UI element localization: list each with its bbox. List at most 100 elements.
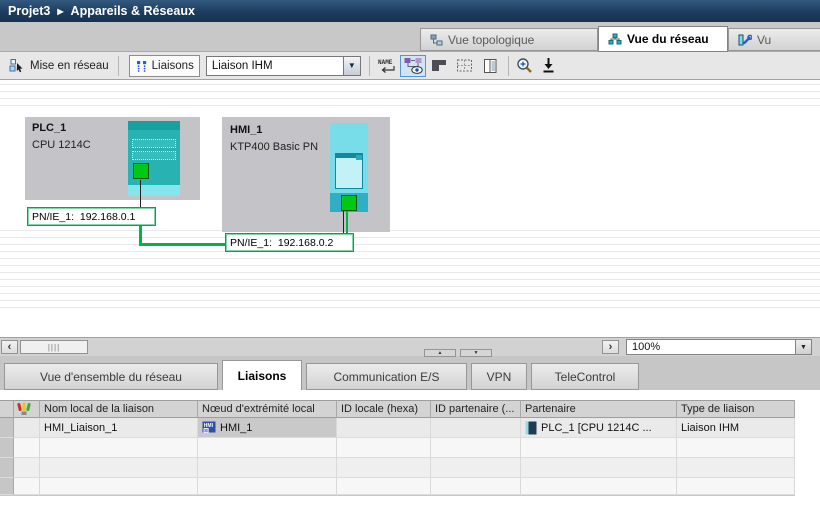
connections-toggle-label: Liaisons — [152, 60, 194, 72]
tab-label: Vue du réseau — [627, 32, 709, 46]
hmi-device-image[interactable] — [330, 123, 368, 193]
column-header[interactable]: ID partenaire (... — [431, 400, 521, 418]
canvas-ruled-lines — [0, 84, 820, 111]
connect-mode-button[interactable]: Mise en réseau — [4, 55, 114, 77]
empty-cell — [337, 478, 431, 495]
connect-devices-icon — [9, 58, 26, 74]
scroll-right-icon: › — [609, 342, 613, 353]
connections-panel: Nom local de la liaison Nœud d'extrémité… — [0, 390, 820, 510]
column-header[interactable]: Nom local de la liaison — [40, 400, 198, 418]
tab-liaisons[interactable]: Liaisons — [222, 360, 302, 390]
column-header[interactable]: Nœud d'extrémité local — [198, 400, 337, 418]
header-gutter — [0, 400, 14, 418]
tab-vue-densemble-du-reseau[interactable]: Vue d'ensemble du réseau — [4, 363, 218, 390]
empty-cell — [198, 458, 337, 478]
cell-local-endpoint[interactable]: HMI HMI_1 — [198, 418, 337, 438]
tab-vue-des-appareils[interactable]: Vu — [728, 28, 820, 51]
scroll-left-button[interactable]: ‹ — [1, 340, 18, 354]
plc-device-icon — [525, 421, 537, 435]
tab-label: Liaisons — [238, 369, 287, 383]
table-mode-button[interactable] — [426, 55, 452, 77]
toolbar-separator — [369, 56, 370, 76]
cell-connection-type[interactable]: Liaison IHM — [677, 418, 795, 438]
splitter-collapse-down-button[interactable]: ▼ — [460, 349, 492, 357]
connections-toggle-button[interactable]: Liaisons — [129, 55, 200, 77]
column-header[interactable]: Type de liaison — [677, 400, 795, 418]
hmi-port-stub-line — [343, 211, 344, 233]
empty-cell — [40, 478, 198, 495]
empty-cell — [40, 458, 198, 478]
splitter-collapse-up-button[interactable]: ▲ — [424, 349, 456, 357]
breadcrumb-arrow-icon: ▶ — [57, 7, 63, 16]
network-canvas[interactable]: PLC_1 CPU 1214C HMI_1 KTP400 Basic PN — [0, 80, 820, 337]
page-columns-button[interactable] — [478, 55, 504, 77]
empty-cell — [40, 438, 198, 458]
tab-label: VPN — [487, 370, 512, 384]
header-connections-filter[interactable] — [14, 400, 40, 418]
empty-cell — [198, 478, 337, 495]
tab-label: Vue d'ensemble du réseau — [40, 370, 182, 384]
device-view-icon — [738, 33, 752, 47]
table-row-empty[interactable] — [0, 478, 795, 495]
relabel-name-button[interactable]: NAME — [374, 55, 400, 77]
tab-label: Vue topologique — [448, 33, 534, 47]
fit-to-view-icon[interactable] — [539, 55, 559, 77]
device-plc1[interactable]: PLC_1 CPU 1214C — [25, 117, 200, 200]
empty-cell — [431, 458, 521, 478]
plc-top-strip — [128, 121, 180, 130]
chevron-down-icon[interactable]: ▼ — [795, 340, 811, 354]
device-name: HMI_1 — [230, 124, 262, 136]
hmi-address-label[interactable]: PN/IE_1: 192.168.0.2 — [225, 233, 354, 252]
plc-address-label[interactable]: PN/IE_1: 192.168.0.1 — [27, 207, 156, 226]
network-icon — [608, 33, 622, 45]
connections-table: Nom local de la liaison Nœud d'extrémité… — [0, 400, 795, 496]
device-hmi1[interactable]: HMI_1 KTP400 Basic PN — [222, 117, 390, 232]
zoom-level-dropdown[interactable]: 100% ▼ — [626, 339, 812, 355]
column-header[interactable]: Partenaire — [521, 400, 677, 418]
topology-icon — [430, 34, 443, 46]
tab-vpn[interactable]: VPN — [471, 363, 527, 390]
device-model: KTP400 Basic PN — [230, 141, 318, 153]
connection-line-horizontal[interactable] — [139, 243, 227, 246]
tab-communication-es[interactable]: Communication E/S — [306, 363, 467, 390]
chevron-down-icon[interactable]: ▼ — [343, 57, 360, 75]
cell-connection-name[interactable]: HMI_Liaison_1 — [40, 418, 198, 438]
breadcrumb-project[interactable]: Projet3 — [8, 4, 50, 18]
tab-telecontrol[interactable]: TeleControl — [531, 363, 639, 390]
grid-overlay-button[interactable] — [452, 55, 478, 77]
tab-vue-du-reseau[interactable]: Vue du réseau — [598, 26, 728, 52]
cell-id-local[interactable] — [337, 418, 431, 438]
cell-partner[interactable]: PLC_1 [CPU 1214C ... — [521, 418, 677, 438]
row-gutter[interactable] — [0, 438, 14, 458]
breadcrumb-page-title: Appareils & Réseaux — [71, 4, 195, 18]
empty-cell — [521, 478, 677, 495]
show-address-labels-button[interactable] — [400, 55, 426, 77]
scroll-right-button[interactable]: › — [602, 340, 619, 354]
column-header[interactable]: ID locale (hexa) — [337, 400, 431, 418]
empty-cell — [14, 478, 40, 495]
row-gutter[interactable] — [0, 418, 14, 438]
connection-type-dropdown[interactable]: Liaison IHM ▼ — [206, 56, 361, 76]
scrollbar-thumb[interactable]: |||| — [20, 340, 88, 354]
plc-device-image[interactable] — [128, 121, 180, 185]
row-gutter[interactable] — [0, 478, 14, 495]
row-gutter[interactable] — [0, 458, 14, 478]
plc-terminal-row — [132, 151, 176, 160]
hmi-device-icon: HMI — [202, 421, 216, 435]
table-row-empty[interactable] — [0, 458, 795, 478]
table-header-row: Nom local de la liaison Nœud d'extrémité… — [0, 400, 795, 418]
empty-cell — [677, 458, 795, 478]
tab-vue-topologique[interactable]: Vue topologique — [420, 28, 598, 51]
cell-partner-text: PLC_1 [CPU 1214C ... — [541, 422, 652, 434]
hmi-connection-line[interactable] — [346, 211, 348, 233]
empty-cell — [14, 438, 40, 458]
cell-id-partner[interactable] — [431, 418, 521, 438]
cell-local-endpoint-text: HMI_1 — [220, 422, 252, 434]
plc-ethernet-port[interactable] — [133, 163, 149, 179]
hmi-ethernet-port[interactable] — [341, 195, 357, 211]
zoom-in-icon[interactable] — [513, 55, 539, 77]
table-row-empty[interactable] — [0, 438, 795, 458]
empty-cell — [198, 438, 337, 458]
network-toolbar: Mise en réseau Liaisons Liaison IHM ▼ NA… — [0, 52, 820, 80]
table-row-hmi-liaison-1[interactable]: HMI_Liaison_1 HMI HMI_1 PLC_1 [CPU 1214C… — [0, 418, 795, 438]
